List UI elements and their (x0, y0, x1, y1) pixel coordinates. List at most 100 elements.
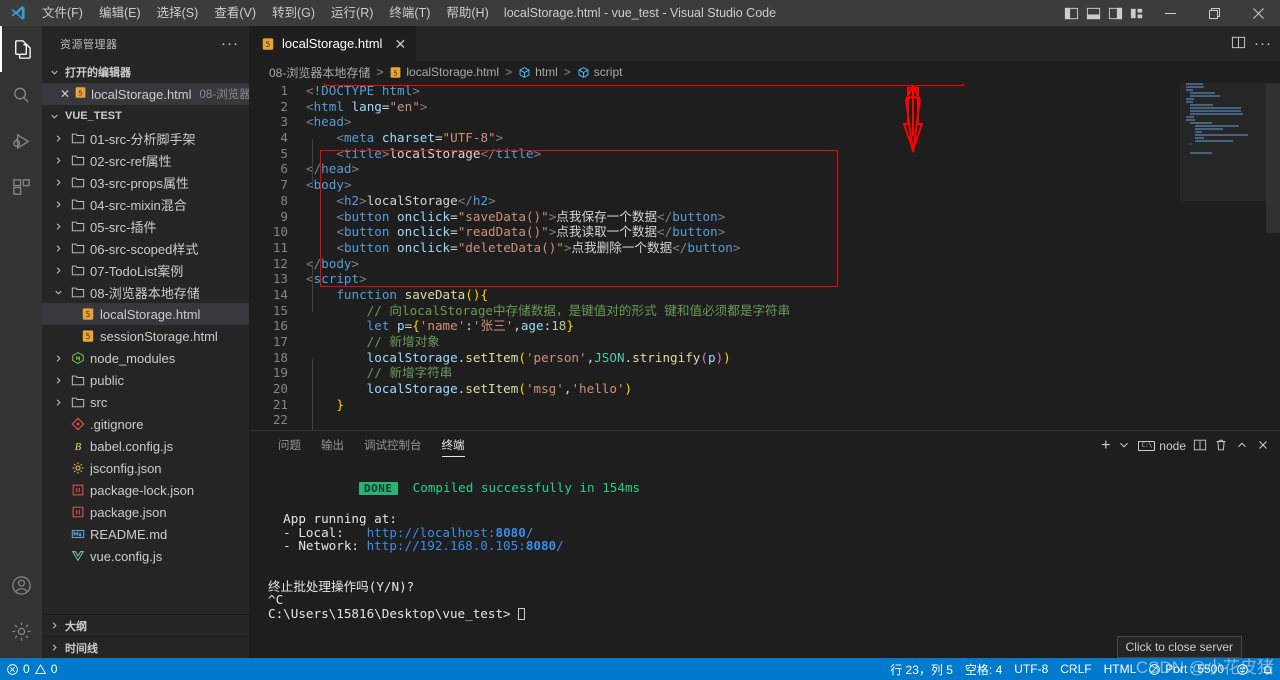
chevron-right-icon[interactable] (50, 218, 66, 234)
close-icon[interactable]: ✕ (60, 87, 70, 101)
activity-gear-icon[interactable] (0, 608, 42, 654)
open-editor-item[interactable]: ✕ 5 localStorage.html 08-浏览器本地... (42, 83, 249, 105)
code-line[interactable]: < button onclick = "readData()" > 点我读取一个数据 </b… (306, 224, 1280, 240)
status-language-mode[interactable]: HTML (1098, 658, 1143, 680)
chevron-up-icon[interactable] (1235, 438, 1249, 455)
chevron-right-icon[interactable] (50, 130, 66, 146)
trash-icon[interactable] (1214, 438, 1228, 455)
code-line[interactable]: < body > (306, 177, 1280, 193)
tree-item[interactable]: 01-src-分析脚手架 (42, 127, 249, 149)
code-line[interactable]: let p ={'name': '张三', age:18} (306, 318, 1280, 334)
code-line[interactable]: < button onclick = "saveData()" > 点我保存一个数据 </b… (306, 209, 1280, 225)
code-editor[interactable]: 123456789101112131415161718192021222324 … (250, 83, 1280, 430)
breadcrumb[interactable]: 08-浏览器本地存储 > 5 localStorage.html > html … (250, 61, 1280, 83)
code-line[interactable] (306, 428, 1280, 430)
panel-tab-problems[interactable]: 问题 (268, 431, 311, 461)
breadcrumb-symbol-html[interactable]: html (518, 65, 558, 79)
breadcrumb-folder[interactable]: 08-浏览器本地存储 (269, 64, 370, 81)
status-feedback-icon[interactable] (1230, 658, 1255, 680)
status-indentation[interactable]: 空格: 4 (959, 658, 1008, 680)
terminal-network-url-base[interactable]: http://192.168.0.105: (367, 538, 526, 553)
tree-item[interactable]: package-lock.json (42, 479, 249, 501)
tree-item[interactable]: 02-src-ref属性 (42, 149, 249, 171)
editor-scrollbar[interactable] (1266, 83, 1280, 430)
code-line[interactable]: < !DOCTYPE html > (306, 83, 1280, 99)
panel-tab-debug-console[interactable]: 调试控制台 (354, 431, 432, 461)
code-line[interactable]: // 新增字符串 (306, 365, 1280, 381)
breadcrumb-symbol-script[interactable]: script (577, 65, 622, 79)
menu-bar[interactable]: 文件(F) 编辑(E) 选择(S) 查看(V) 转到(G) 运行(R) 终端(T… (34, 0, 497, 26)
tree-item[interactable]: 08-浏览器本地存储 (42, 281, 249, 303)
editor-scroll-thumb[interactable] (1266, 83, 1280, 233)
menu-go[interactable]: 转到(G) (264, 0, 323, 26)
panel-tab-output[interactable]: 输出 (311, 431, 354, 461)
menu-edit[interactable]: 编辑(E) (91, 0, 149, 26)
code-line[interactable]: < meta charset = "UTF-8" > (306, 130, 1280, 146)
terminal-output[interactable]: 15:53:05 DONE Compiled successfully in 1… (250, 461, 1280, 658)
breadcrumb-file[interactable]: 5 localStorage.html (389, 65, 499, 79)
tree-item[interactable]: 5 localStorage.html (42, 303, 249, 325)
section-outline[interactable]: 大纲 (42, 614, 249, 636)
terminal-network-port[interactable]: 8080 (526, 538, 556, 553)
tree-item[interactable]: vue.config.js (42, 545, 249, 567)
code-line[interactable]: < head > (306, 114, 1280, 130)
chevron-down-icon[interactable] (1117, 438, 1131, 455)
tree-item[interactable]: 04-src-mixin混合 (42, 193, 249, 215)
tree-item[interactable]: node_modules (42, 347, 249, 369)
code-line[interactable]: localStorage. setItem('person', JSON. strin… (306, 350, 1280, 366)
menu-selection[interactable]: 选择(S) (149, 0, 207, 26)
terminal-network-url-tail[interactable]: / (556, 538, 564, 553)
code-line[interactable]: </head > (306, 161, 1280, 177)
status-encoding[interactable]: UTF-8 (1008, 658, 1054, 680)
minimap[interactable] (1180, 83, 1266, 430)
code-line[interactable]: localStorage. setItem('msg','hello') (306, 381, 1280, 397)
tree-item[interactable]: jsconfig.json (42, 457, 249, 479)
section-open-editors[interactable]: 打开的编辑器 (42, 61, 249, 83)
code-line[interactable]: < button onclick = "deleteData()" > 点我删除一个数据 <… (306, 240, 1280, 256)
status-live-server-port[interactable]: Port : 5500 (1142, 658, 1230, 680)
editor-more-icon[interactable]: ··· (1254, 36, 1272, 51)
tree-item[interactable]: 05-src-插件 (42, 215, 249, 237)
code-line[interactable]: < h2 > localStorage </h2 > (306, 193, 1280, 209)
tree-item[interactable]: public (42, 369, 249, 391)
split-editor-icon[interactable] (1231, 35, 1246, 53)
panel-bottom-icon[interactable] (1082, 0, 1104, 26)
code-line[interactable]: < script > (306, 271, 1280, 287)
tab-localstorage-html[interactable]: 5 localStorage.html ✕ (250, 26, 418, 61)
section-project-root[interactable]: VUE_TEST (42, 105, 249, 127)
maximize-button[interactable] (1192, 0, 1236, 26)
code-line[interactable]: </body > (306, 256, 1280, 272)
tree-item[interactable]: package.json (42, 501, 249, 523)
chevron-right-icon[interactable] (50, 196, 66, 212)
status-notifications-icon[interactable] (1255, 658, 1280, 680)
tree-item[interactable]: 5 sessionStorage.html (42, 325, 249, 347)
terminal-shell-selector[interactable]: C:\ node (1138, 439, 1186, 453)
chevron-right-icon[interactable] (50, 152, 66, 168)
code-line[interactable]: // 新增对象 (306, 334, 1280, 350)
code-line[interactable]: < html lang = "en" > (306, 99, 1280, 115)
menu-view[interactable]: 查看(V) (206, 0, 264, 26)
split-terminal-icon[interactable] (1193, 438, 1207, 455)
chevron-right-icon[interactable] (50, 174, 66, 190)
status-cursor-position[interactable]: 行 23，列 5 (884, 658, 959, 680)
minimize-button[interactable] (1148, 0, 1192, 26)
code-line[interactable]: } (306, 397, 1280, 413)
tree-item[interactable]: .gitignore (42, 413, 249, 435)
code-line[interactable]: function saveData(){ (306, 287, 1280, 303)
code-line[interactable]: < title > localStorage </title > (306, 146, 1280, 162)
tab-close-icon[interactable]: ✕ (394, 37, 406, 51)
chevron-right-icon[interactable] (50, 240, 66, 256)
chevron-right-icon[interactable] (50, 372, 66, 388)
close-panel-icon[interactable] (1256, 438, 1270, 455)
code-line[interactable] (306, 412, 1280, 428)
customize-layout-icon[interactable] (1126, 0, 1148, 26)
tree-item[interactable]: 07-TodoList案例 (42, 259, 249, 281)
activity-search-icon[interactable] (0, 72, 42, 118)
tree-item[interactable]: src (42, 391, 249, 413)
chevron-right-icon[interactable] (50, 350, 66, 366)
close-button[interactable] (1236, 0, 1280, 26)
menu-run[interactable]: 运行(R) (323, 0, 381, 26)
activity-account-icon[interactable] (0, 562, 42, 608)
terminal-prompt[interactable]: C:\Users\15816\Desktop\vue_test> (268, 606, 1268, 621)
tree-item[interactable]: Bbabel.config.js (42, 435, 249, 457)
